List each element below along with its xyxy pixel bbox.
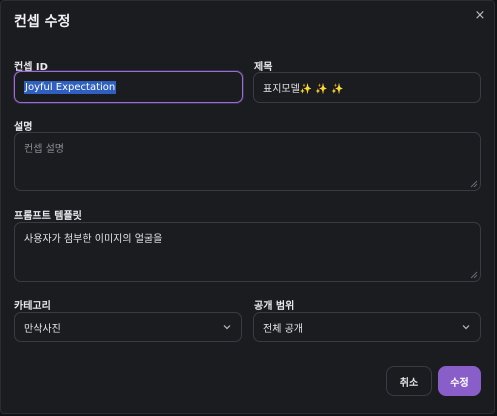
concept-id-value: Joyful Expectation — [24, 80, 117, 94]
title-input[interactable]: 표지모델✨ ✨ ✨ — [253, 72, 481, 103]
chevron-down-icon — [223, 325, 231, 330]
close-icon[interactable]: × — [473, 9, 487, 23]
visibility-select[interactable]: 전체 공개 — [253, 312, 481, 342]
prompt-template-value: 사용자가 첨부한 이미지의 얼굴을 — [24, 234, 163, 245]
resize-grip-icon[interactable] — [470, 271, 478, 279]
visibility-label: 공개 범위 — [254, 301, 295, 312]
category-selected-value: 만삭사진 — [24, 323, 61, 335]
resize-grip-icon[interactable] — [470, 180, 478, 188]
concept-id-input[interactable]: Joyful Expectation — [14, 71, 243, 103]
description-placeholder: 컨셉 설명 — [24, 144, 64, 155]
visibility-selected-value: 전체 공개 — [263, 323, 303, 335]
description-label: 설명 — [14, 122, 33, 133]
description-textarea[interactable]: 컨셉 설명 — [14, 132, 481, 191]
dialog-title: 컨셉 수정 — [14, 14, 71, 30]
edit-concept-dialog: 컨셉 수정 × 컨셉 ID Joyful Expectation 제목 표지모델… — [0, 0, 495, 414]
submit-button[interactable]: 수정 — [438, 366, 481, 396]
title-value: 표지모델✨ ✨ ✨ — [263, 84, 344, 95]
category-select[interactable]: 만삭사진 — [14, 312, 242, 342]
prompt-template-label: 프롬프트 템플릿 — [14, 211, 82, 222]
category-label: 카테고리 — [14, 301, 51, 312]
prompt-template-textarea[interactable]: 사용자가 첨부한 이미지의 얼굴을 — [14, 222, 481, 282]
chevron-down-icon — [462, 325, 470, 330]
cancel-button[interactable]: 취소 — [386, 366, 432, 396]
title-label: 제목 — [254, 62, 273, 73]
